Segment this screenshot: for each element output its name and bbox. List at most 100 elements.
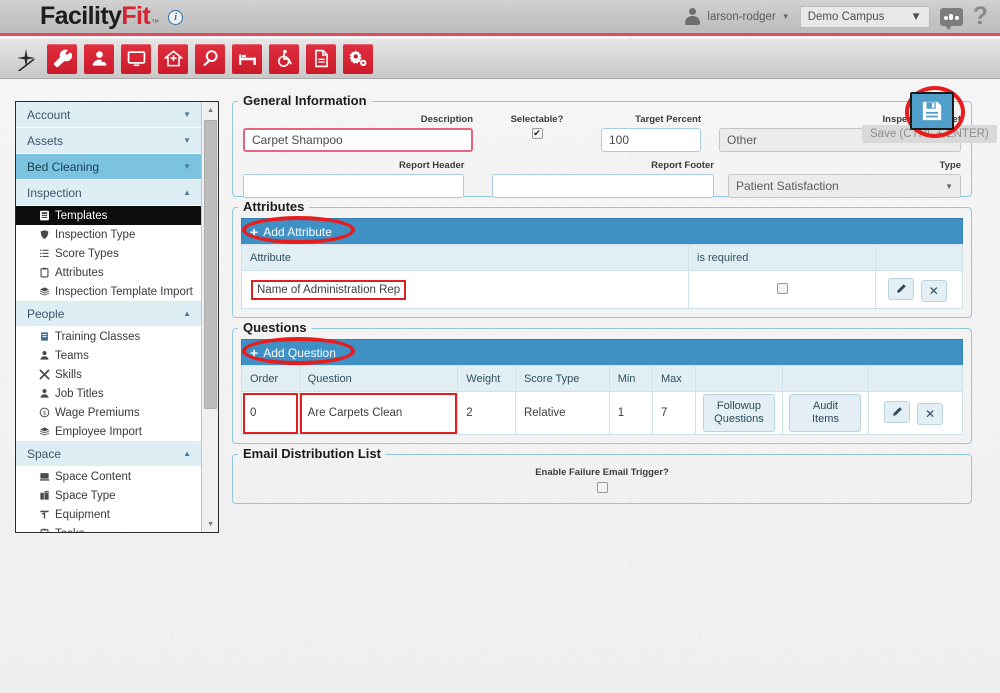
magnifier-icon[interactable] (195, 43, 225, 74)
sidebar-item-equipment[interactable]: Equipment (16, 505, 202, 524)
app-logo: Facility Fit ™ i (40, 2, 184, 30)
table-row[interactable]: 0 Are Carpets Clean 2 Relative 1 7 Follo… (241, 391, 963, 435)
col-is-required: is required (688, 244, 877, 271)
close-icon[interactable]: ✕ (917, 403, 944, 425)
sidebar-item-training-classes[interactable]: Training Classes (16, 327, 202, 346)
sidebar-item-skills[interactable]: Skills (16, 365, 202, 384)
scroll-down-icon[interactable]: ▼ (202, 516, 218, 532)
sidebar-item-label: Tasks (55, 528, 84, 533)
logo-text-fit: Fit (121, 2, 151, 30)
info-icon[interactable]: i (168, 10, 184, 25)
col-actions (875, 244, 963, 271)
stack-icon (38, 426, 50, 438)
avatar-icon (684, 8, 701, 25)
close-icon[interactable]: ✕ (920, 279, 947, 302)
is-required-checkbox[interactable] (776, 282, 788, 294)
sidebar-item-label: Inspection Template Import (55, 285, 193, 298)
sidebar-item-space-type[interactable]: Space Type (16, 486, 202, 505)
sidebar-group-space[interactable]: Space ▲ (16, 441, 202, 467)
sidebar-item-teams[interactable]: Teams (16, 346, 202, 365)
main-toolbar (0, 39, 1000, 79)
sidebar-item-tasks[interactable]: Tasks (16, 524, 202, 533)
audit-items-button[interactable]: Audit Items (789, 394, 862, 432)
person-icon[interactable] (84, 43, 114, 74)
sidebar-item-wage-premiums[interactable]: $ Wage Premiums (16, 403, 202, 422)
sparkle-icon[interactable] (12, 45, 40, 73)
gears-icon[interactable] (343, 43, 373, 74)
sidebar-item-space-content[interactable]: Space Content (16, 467, 202, 486)
report-header-input[interactable] (243, 174, 465, 198)
sidebar-item-inspection-template-import[interactable]: Inspection Template Import (16, 282, 202, 301)
scroll-up-icon[interactable]: ▲ (202, 102, 218, 118)
bed-icon[interactable] (232, 43, 262, 74)
main-content: General Information Description Carpet S… (232, 93, 972, 514)
selectable-checkbox[interactable]: ✔ (531, 128, 543, 139)
attribute-name-cell[interactable]: Name of Administration Rep (250, 279, 407, 301)
pencil-icon[interactable] (884, 401, 910, 423)
sidebar-item-job-titles[interactable]: Job Titles (16, 384, 202, 403)
pencil-icon[interactable] (887, 277, 914, 300)
sidebar-group-inspection[interactable]: Inspection ▲ (16, 180, 202, 206)
followup-questions-button[interactable]: Followup Questions (702, 394, 775, 432)
sidebar-item-label: Equipment (55, 508, 110, 521)
audit-line-1: Audit (812, 400, 838, 412)
target-percent-input[interactable]: 100 (601, 128, 701, 152)
template-icon (38, 210, 50, 222)
sidebar-item-label: Skills (55, 368, 82, 381)
panel-title-questions: Questions (238, 320, 312, 335)
wrench-icon[interactable] (47, 43, 77, 74)
plus-icon: + (250, 344, 259, 361)
order-cell[interactable]: 0 (241, 391, 300, 435)
book-icon (38, 331, 50, 343)
col-score-type: Score Type (514, 365, 610, 392)
chat-icon[interactable] (939, 7, 963, 30)
sidebar-scrollbar[interactable]: ▲ ▼ (201, 102, 218, 532)
sidebar-item-employee-import[interactable]: Employee Import (16, 422, 202, 441)
email-trigger-checkbox[interactable] (596, 482, 608, 493)
col-followup (695, 365, 783, 392)
document-icon[interactable] (306, 43, 336, 74)
chevron-down-icon: ▼ (183, 110, 192, 119)
campus-select[interactable]: Demo Campus ▼ (799, 5, 930, 28)
sidebar-item-attributes[interactable]: Attributes (16, 263, 202, 282)
sidebar-group-bed-cleaning[interactable]: Bed Cleaning ▼ (16, 154, 202, 180)
sidebar-item-label: Templates (55, 209, 108, 222)
col-weight: Weight (457, 365, 516, 392)
user-name-label: larson-rodger (707, 10, 776, 23)
table-row[interactable]: Name of Administration Rep ✕ (240, 270, 963, 309)
monitor-icon[interactable] (121, 43, 151, 74)
help-icon[interactable]: ? (973, 4, 988, 29)
group-icon (38, 350, 50, 362)
description-input[interactable]: Carpet Shampoo (243, 128, 473, 152)
panel-title-attributes: Attributes (238, 199, 310, 214)
wheelchair-icon[interactable] (269, 43, 299, 74)
attributes-table: Attribute is required Name of Administra… (240, 244, 963, 309)
logo-trademark: ™ (151, 18, 160, 27)
col-actions (868, 365, 963, 392)
home-plus-icon[interactable] (158, 43, 188, 74)
sidebar-item-label: Wage Premiums (55, 406, 140, 419)
user-menu[interactable]: larson-rodger ▼ (684, 8, 790, 25)
add-attribute-button[interactable]: + Add Attribute (250, 225, 332, 239)
add-question-button[interactable]: + Add Question (250, 346, 336, 360)
sidebar-item-inspection-type[interactable]: Inspection Type (16, 225, 202, 244)
type-select[interactable]: Patient Satisfaction ▼ (727, 174, 961, 198)
report-header-label: Report Header (399, 160, 465, 171)
sidebar-group-label: Bed Cleaning (27, 159, 100, 174)
general-row-1: Description Carpet Shampoo Selectable? ✔… (243, 114, 961, 152)
sidebar-group-label: Assets (27, 133, 64, 148)
sidebar-group-people[interactable]: People ▲ (16, 301, 202, 327)
sidebar-item-score-types[interactable]: Score Types (16, 244, 202, 263)
report-footer-input[interactable] (492, 174, 714, 198)
sidebar-group-account[interactable]: Account ▼ (16, 102, 202, 128)
min-cell: 1 (608, 391, 653, 435)
save-button[interactable] (910, 92, 954, 130)
add-question-label: Add Question (263, 345, 336, 360)
sidebar-item-templates[interactable]: Templates (16, 206, 202, 225)
scrollbar-thumb[interactable] (204, 120, 218, 409)
sidebar-group-assets[interactable]: Assets ▼ (16, 128, 202, 154)
question-cell[interactable]: Are Carpets Clean (298, 391, 459, 435)
group-icon (38, 388, 50, 400)
attributes-toolbar: + Add Attribute (241, 218, 963, 244)
stack-icon (38, 286, 50, 298)
